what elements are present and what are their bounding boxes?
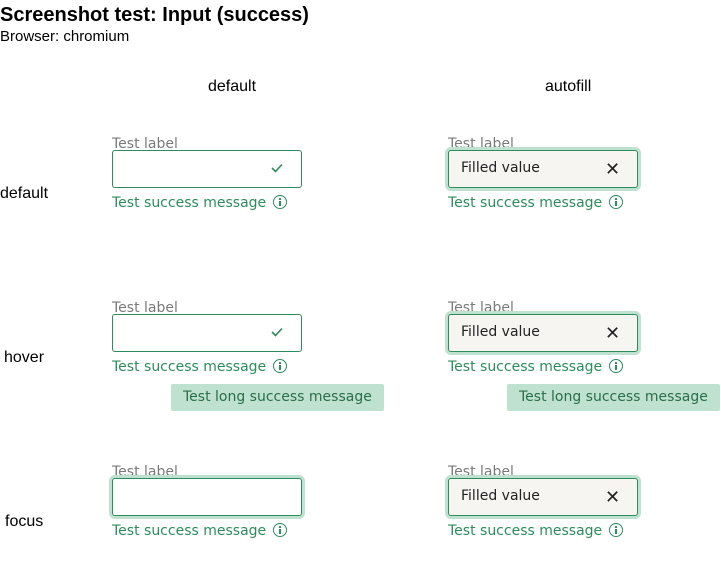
info-icon[interactable]	[609, 358, 624, 373]
text-input[interactable]: Filled value ✕	[448, 150, 638, 188]
close-icon[interactable]: ✕	[605, 486, 620, 508]
success-message: Test success message	[112, 358, 267, 375]
success-message: Test success message	[448, 358, 603, 375]
close-icon[interactable]: ✕	[605, 158, 620, 180]
text-input[interactable]	[112, 150, 302, 188]
input-default-autofill: Test label Filled value ✕ Test success m…	[448, 136, 708, 256]
text-input[interactable]: Filled value ✕	[448, 314, 638, 352]
close-icon[interactable]: ✕	[605, 322, 620, 344]
row-header-default: default	[0, 185, 49, 202]
check-icon	[271, 327, 283, 337]
input-focus-autofill: Test label Filled value ✕ Test success m…	[448, 464, 708, 584]
check-icon	[271, 163, 283, 173]
success-message: Test success message	[448, 194, 603, 211]
browser-info: Browser: chromium	[0, 28, 130, 45]
info-icon[interactable]	[609, 522, 624, 537]
text-input[interactable]	[112, 314, 302, 352]
success-message-row: Test success message	[112, 522, 288, 540]
input-focus-default: Test label Test success message	[112, 464, 372, 584]
row-header-focus: focus	[5, 513, 44, 530]
info-icon[interactable]	[609, 194, 624, 209]
success-message-row: Test success message	[448, 358, 624, 376]
info-icon[interactable]	[273, 194, 288, 209]
input-value: Filled value	[461, 488, 540, 504]
success-message-row: Test success message	[112, 358, 288, 376]
success-message-row: Test success message	[112, 194, 288, 212]
success-message: Test success message	[112, 194, 267, 211]
input-hover-autofill: Test label Filled value ✕ Test success m…	[448, 300, 720, 420]
column-header-default: default	[208, 78, 257, 95]
input-value: Filled value	[461, 324, 540, 340]
info-icon[interactable]	[273, 522, 288, 537]
input-value: Filled value	[461, 160, 540, 176]
page-title: Screenshot test: Input (success)	[0, 4, 309, 26]
success-message: Test success message	[112, 522, 267, 539]
input-hover-default: Test label Test success message Test lon…	[112, 300, 384, 420]
text-input[interactable]	[112, 478, 302, 516]
tooltip: Test long success message	[171, 384, 384, 411]
column-header-autofill: autofill	[545, 78, 592, 95]
tooltip: Test long success message	[507, 384, 720, 411]
success-message: Test success message	[448, 522, 603, 539]
info-icon[interactable]	[273, 358, 288, 373]
row-header-hover: hover	[4, 349, 45, 366]
text-input[interactable]: Filled value ✕	[448, 478, 638, 516]
success-message-row: Test success message	[448, 522, 624, 540]
success-message-row: Test success message	[448, 194, 624, 212]
input-default-default: Test label Test success message	[112, 136, 372, 256]
